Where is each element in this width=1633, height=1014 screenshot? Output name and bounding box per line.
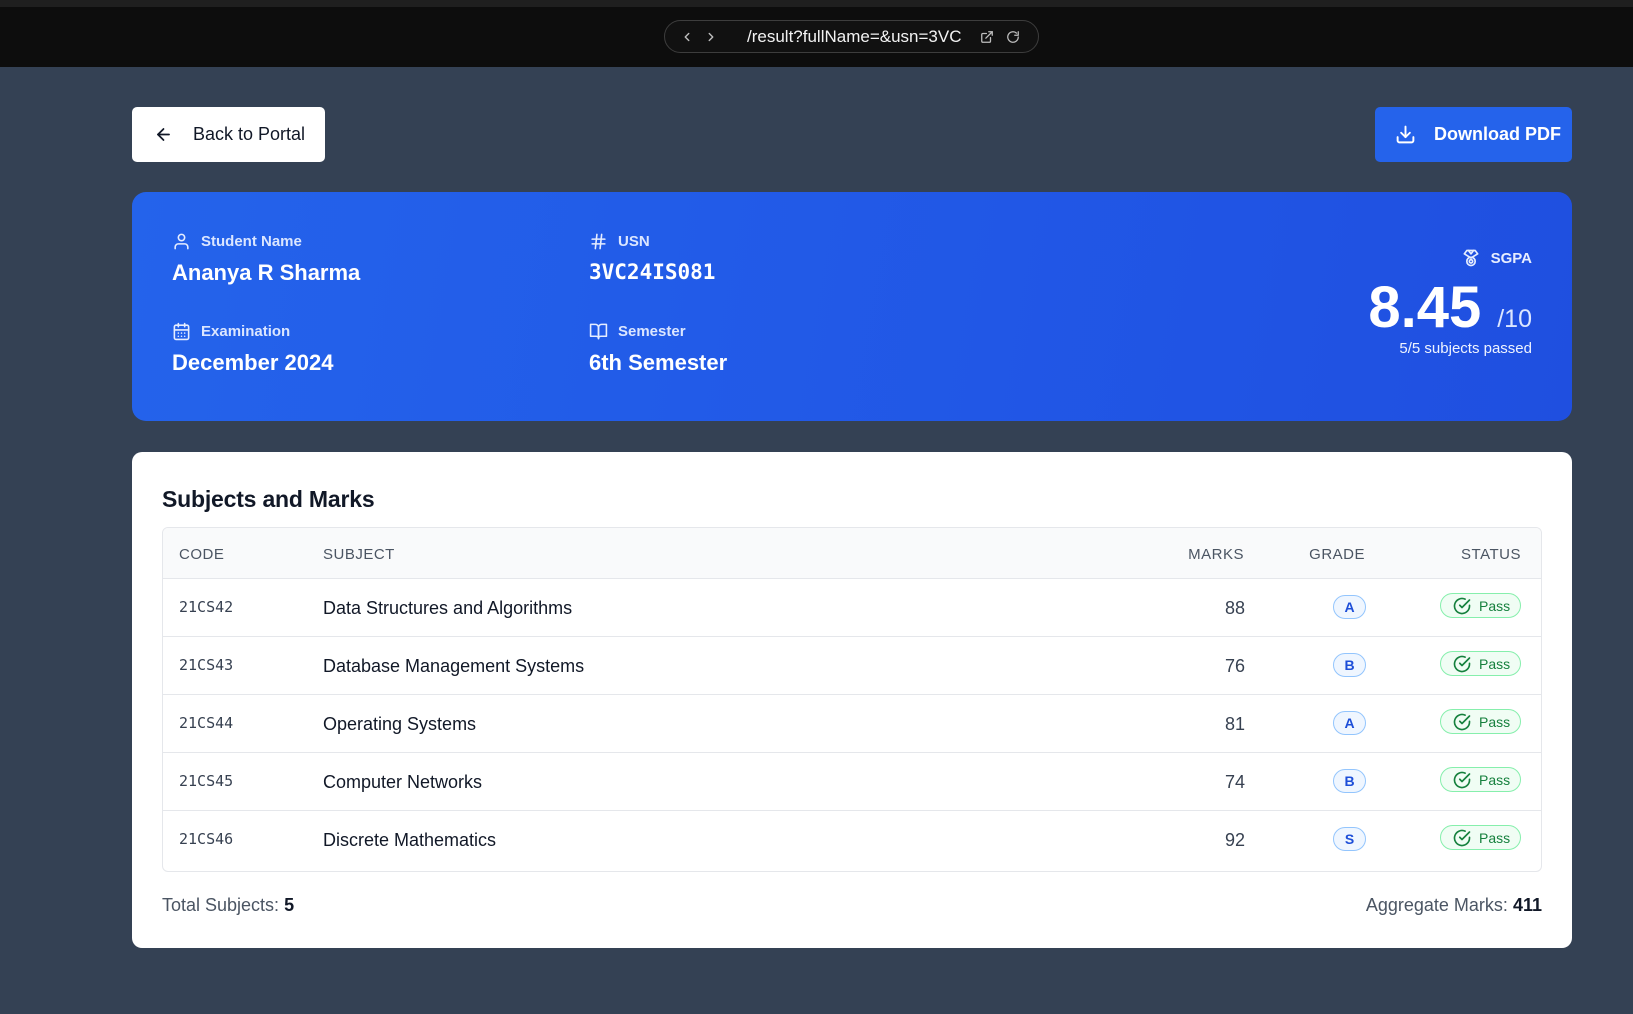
sgpa-out-of: /10	[1497, 305, 1532, 333]
student-name-label: Student Name	[201, 233, 302, 250]
subject-marks: 76	[1224, 656, 1245, 676]
column-header-subject: SUBJECT	[323, 546, 395, 563]
semester-value: 6th Semester	[589, 350, 728, 375]
subject-name: Database Management Systems	[323, 656, 585, 676]
check-circle-icon	[1453, 829, 1471, 846]
student-summary-card: Student Name Ananya R Sharma USN 3VC24IS…	[132, 192, 1572, 421]
examination-block: Examination December 2024	[172, 322, 333, 376]
table-row: 21CS44 Operating Systems 81 A Pass	[163, 695, 1541, 753]
status-badge: Pass	[1440, 651, 1521, 676]
semester-label: Semester	[618, 323, 686, 340]
nav-forward-icon[interactable]	[699, 25, 723, 49]
status-label: Pass	[1479, 771, 1511, 788]
status-label: Pass	[1479, 829, 1511, 846]
table-row: 21CS45 Computer Networks 74 B Pass	[163, 753, 1541, 811]
subject-marks: 92	[1224, 830, 1245, 850]
status-badge: Pass	[1440, 825, 1521, 850]
hash-icon	[591, 233, 606, 250]
sgpa-value: 8.45	[1368, 275, 1482, 340]
subject-name: Data Structures and Algorithms	[323, 598, 573, 618]
status-badge: Pass	[1440, 709, 1521, 734]
sgpa-block: SGPA 8.45 /10 5/5 subjects passed	[1368, 248, 1532, 358]
examination-label: Examination	[201, 323, 291, 340]
total-subjects-value: 5	[284, 895, 295, 915]
examination-label-row: Examination	[172, 322, 333, 341]
column-header-status: STATUS	[1461, 546, 1521, 563]
subject-code: 21CS43	[179, 656, 234, 674]
back-button-label: Back to Portal	[193, 124, 306, 144]
back-to-portal-button[interactable]: Back to Portal	[132, 107, 325, 162]
aggregate-marks-value: 411	[1512, 895, 1542, 915]
nav-back-icon[interactable]	[675, 25, 699, 49]
table-row: 21CS43 Database Management Systems 76 B …	[163, 637, 1541, 695]
sgpa-label: SGPA	[1490, 249, 1532, 267]
subjects-passed-text: 5/5 subjects passed	[1399, 340, 1532, 357]
award-icon	[1463, 249, 1479, 267]
subject-name: Computer Networks	[323, 772, 483, 792]
status-label: Pass	[1479, 713, 1511, 730]
user-icon	[174, 233, 189, 250]
table-header: CODE SUBJECT MARKS GRADE STATUS	[163, 528, 1541, 579]
check-circle-icon	[1453, 771, 1471, 788]
card-title: Subjects and Marks	[162, 486, 375, 512]
reload-icon[interactable]	[1002, 26, 1024, 48]
aggregate-marks: Aggregate Marks: 411	[1366, 895, 1542, 916]
grade-badge: A	[1333, 711, 1366, 735]
aggregate-marks-label: Aggregate Marks:	[1365, 895, 1508, 915]
status-label: Pass	[1479, 597, 1511, 614]
marks-table: CODE SUBJECT MARKS GRADE STATUS 21CS42 D…	[162, 527, 1542, 872]
calendar-icon	[173, 322, 190, 341]
subjects-marks-card: Subjects and Marks CODE SUBJECT MARKS GR…	[132, 452, 1572, 948]
url-text[interactable]: /result?fullName=&usn=3VC	[747, 27, 962, 47]
subject-marks: 74	[1224, 772, 1245, 792]
grade-badge: B	[1333, 769, 1366, 793]
arrow-left-icon	[157, 128, 170, 141]
status-label: Pass	[1479, 655, 1511, 672]
examination-value: December 2024	[172, 350, 334, 375]
semester-block: Semester 6th Semester	[589, 322, 727, 376]
download-icon	[1396, 125, 1415, 144]
student-name-label-row: Student Name	[172, 232, 360, 251]
subject-code: 21CS44	[179, 714, 234, 732]
usn-block: USN 3VC24IS081	[589, 232, 715, 284]
column-header-code: CODE	[179, 546, 225, 563]
grade-badge: A	[1333, 595, 1366, 619]
student-name-block: Student Name Ananya R Sharma	[172, 232, 360, 286]
address-bar[interactable]: /result?fullName=&usn=3VC	[664, 20, 1039, 53]
status-badge: Pass	[1440, 767, 1521, 792]
check-circle-icon	[1453, 713, 1471, 730]
check-circle-icon	[1453, 597, 1471, 614]
student-name-value: Ananya R Sharma	[172, 260, 361, 285]
book-open-icon	[589, 323, 608, 340]
open-external-icon[interactable]	[976, 26, 998, 48]
table-row: 21CS46 Discrete Mathematics 92 S Pass	[163, 811, 1541, 869]
subject-marks: 81	[1224, 714, 1245, 734]
total-subjects: Total Subjects: 5	[162, 895, 294, 916]
subject-code: 21CS45	[179, 772, 234, 790]
usn-label-row: USN	[589, 232, 715, 251]
grade-badge: B	[1333, 653, 1366, 677]
subject-name: Discrete Mathematics	[323, 830, 497, 850]
sgpa-label-row: SGPA	[1368, 248, 1532, 268]
grade-badge: S	[1333, 827, 1366, 851]
subject-name: Operating Systems	[323, 714, 477, 734]
usn-value: 3VC24IS081	[589, 260, 716, 284]
browser-toolbar: /result?fullName=&usn=3VC	[0, 0, 1633, 67]
subject-code: 21CS46	[179, 830, 234, 848]
column-header-marks: MARKS	[1188, 546, 1244, 563]
toolbar-edge	[0, 0, 1633, 7]
total-subjects-label: Total Subjects:	[162, 895, 280, 915]
sgpa-score: 8.45 /10	[1368, 275, 1532, 340]
usn-label: USN	[618, 233, 650, 250]
download-button-label: Download PDF	[1434, 124, 1561, 144]
download-pdf-button[interactable]: Download PDF	[1375, 107, 1572, 162]
subject-marks: 88	[1224, 598, 1245, 618]
table-row: 21CS42 Data Structures and Algorithms 88…	[163, 579, 1541, 637]
check-circle-icon	[1453, 655, 1471, 672]
subject-code: 21CS42	[179, 598, 234, 616]
semester-label-row: Semester	[589, 322, 727, 341]
column-header-grade: GRADE	[1309, 546, 1365, 563]
status-badge: Pass	[1440, 593, 1521, 618]
